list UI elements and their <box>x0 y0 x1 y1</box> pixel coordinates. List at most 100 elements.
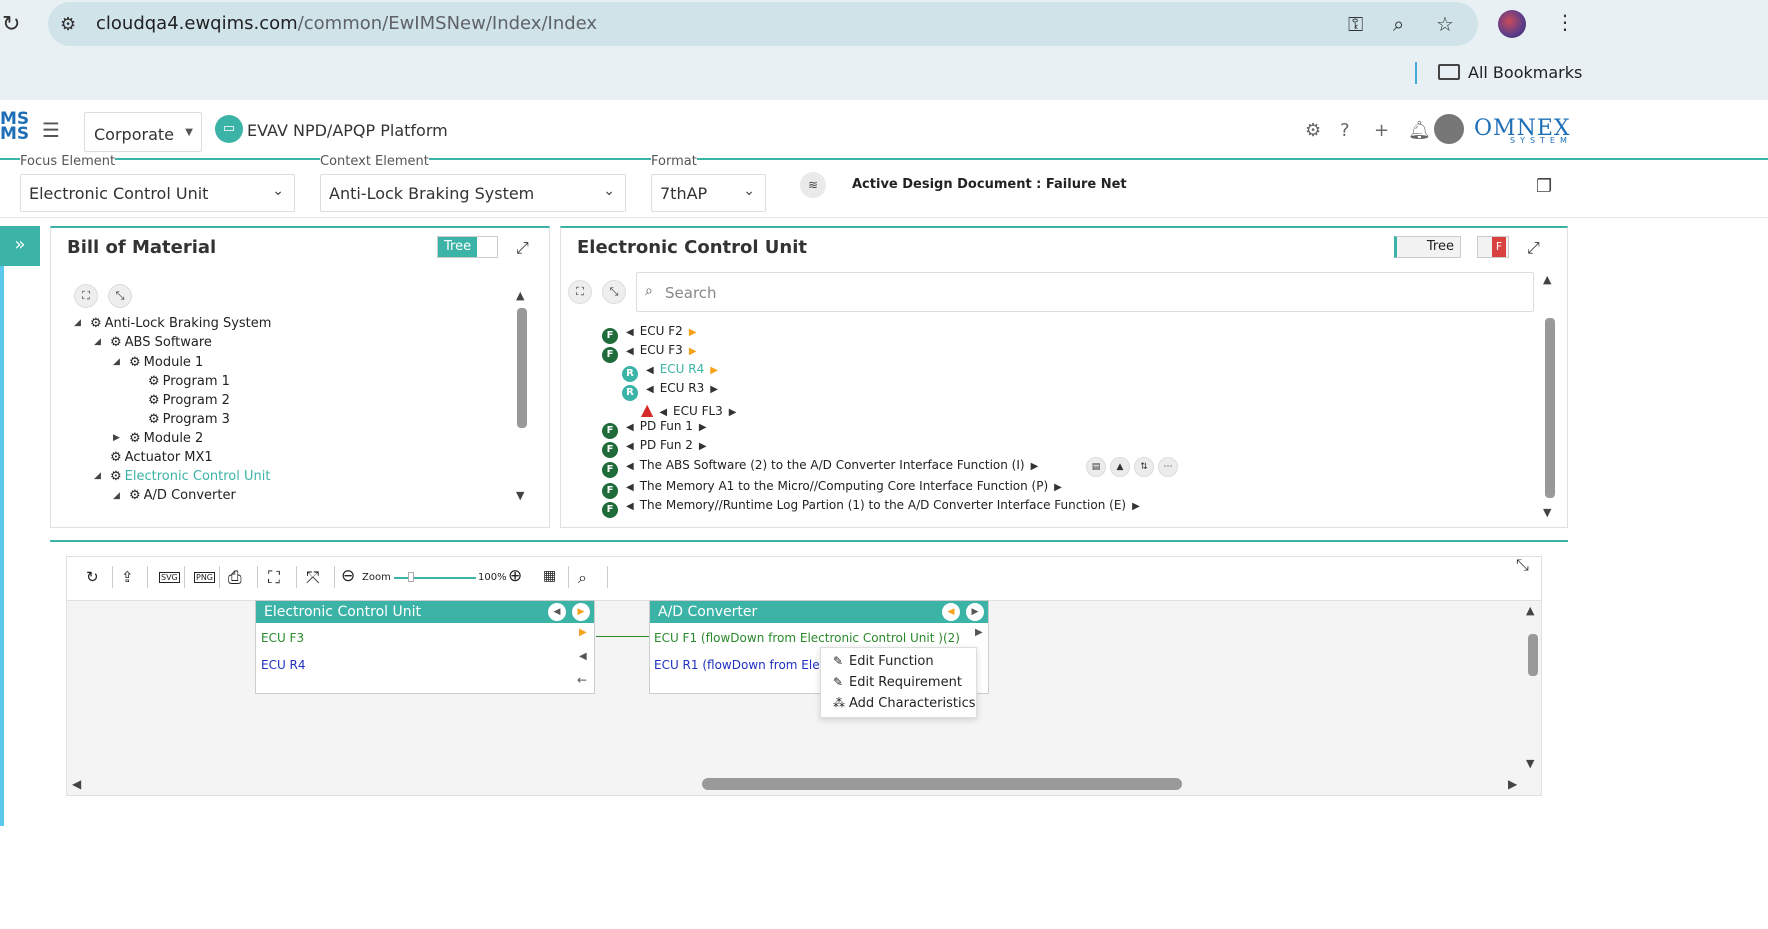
bom-node[interactable]: ⚙ Program 3 <box>148 412 230 427</box>
left-arrow-icon[interactable]: ◀ <box>626 441 634 452</box>
warning-icon[interactable]: ▲ <box>1110 457 1130 477</box>
scroll-down-icon[interactable]: ▼ <box>516 489 524 502</box>
bom-node[interactable]: ⚙ A/D Converter <box>129 488 236 503</box>
zoom-slider-handle[interactable] <box>408 572 414 582</box>
node-function-row[interactable]: ECU F1 (flowDown from Electronic Control… <box>654 631 960 645</box>
function-node[interactable]: F ◀ The Memory//Runtime Log Partion (1) to… <box>602 498 1140 518</box>
grid-icon[interactable]: ▦ <box>543 568 556 584</box>
right-arrow-icon[interactable]: ▶ <box>1132 501 1140 512</box>
expand-all-icon[interactable]: ⛶ <box>568 280 592 304</box>
zoom-slider[interactable] <box>394 577 476 579</box>
add-characteristics-menu-item[interactable]: ⁂ Add Characteristics <box>833 696 976 711</box>
url-text[interactable]: cloudqa4.ewqims.com/common/EwIMSNew/Inde… <box>96 13 597 34</box>
left-arrow-icon[interactable]: ◀ <box>626 346 634 357</box>
print-icon[interactable]: ⎙ <box>228 568 242 588</box>
copy-icon[interactable]: ❐ <box>1536 176 1552 197</box>
scroll-right-icon[interactable]: ▶ <box>1508 777 1517 791</box>
bom-scrollbar[interactable] <box>517 308 527 428</box>
search-settings-icon[interactable]: ⌕ <box>578 568 587 588</box>
right-arrow-icon[interactable]: ▶ <box>689 346 697 357</box>
collapse-arrow-icon[interactable]: ◢ <box>113 491 120 501</box>
bom-node[interactable]: ⚙ Program 1 <box>148 374 230 389</box>
diagram-vscrollbar[interactable] <box>1528 634 1538 676</box>
bom-node[interactable]: ⚙ ABS Software <box>110 335 212 350</box>
browser-menu-icon[interactable]: ⋮ <box>1555 10 1575 34</box>
clipboard-icon[interactable]: ▤ <box>1086 457 1106 477</box>
back-arrow-icon[interactable]: ← <box>577 673 587 687</box>
collapse-all-icon[interactable]: ⤡ <box>108 284 132 308</box>
right-arrow-icon[interactable]: ▶ <box>1054 482 1062 493</box>
zoom-in-icon[interactable]: ⊕ <box>508 566 522 586</box>
maximize-icon[interactable]: ⤢ <box>1527 238 1540 258</box>
export-svg-icon[interactable]: SVG <box>159 572 180 583</box>
right-arrow-icon[interactable]: ▶ <box>710 365 718 376</box>
bom-node-selected[interactable]: ⚙ Electronic Control Unit <box>110 469 270 484</box>
profile-avatar[interactable] <box>1498 10 1526 38</box>
add-icon[interactable]: + <box>1374 120 1389 141</box>
left-arrow-icon[interactable]: ◀ <box>646 384 654 395</box>
f-filter-toggle[interactable]: F <box>1477 236 1509 258</box>
bom-node[interactable]: ⚙ Module 1 <box>129 355 203 370</box>
function-node[interactable]: F ◀ PD Fun 2 ▶ <box>602 438 707 458</box>
zoom-out-icon[interactable]: ⊖ <box>341 566 355 586</box>
left-arrow-icon[interactable]: ◀ <box>626 461 634 472</box>
left-arrow-icon[interactable]: ◀ <box>659 407 667 418</box>
collapse-arrow-icon[interactable]: ◢ <box>74 318 81 328</box>
bell-icon[interactable]: 🔔︎ <box>1408 120 1431 141</box>
bom-node[interactable]: ⚙ Module 2 <box>129 431 203 446</box>
failure-node[interactable]: ▲ ◀ ECU FL3 ▶ <box>641 400 737 419</box>
node-function-row[interactable]: ECU F3 <box>261 631 304 645</box>
bom-node[interactable]: ⚙ Actuator MX1 <box>110 450 213 465</box>
zoom-icon[interactable]: ⌕ <box>1393 12 1404 36</box>
left-arrow-icon[interactable]: ◀ <box>626 422 634 433</box>
left-arrow-icon[interactable]: ◀ <box>626 501 634 512</box>
help-icon[interactable]: ? <box>1340 120 1350 141</box>
expand-all-icon[interactable]: ⛶ <box>74 284 98 308</box>
left-arrow-icon[interactable]: ◀ <box>626 482 634 493</box>
menu-icon[interactable]: ☰ <box>42 118 60 142</box>
scroll-up-icon[interactable]: ▲ <box>1543 273 1551 286</box>
collapse-arrow-icon[interactable]: ◢ <box>94 471 101 481</box>
requirement-node[interactable]: R ◀ ECU R3 ▶ <box>622 381 718 401</box>
key-icon[interactable]: ⚿ <box>1348 12 1363 36</box>
more-icon[interactable]: ⋯ <box>1158 457 1178 477</box>
format-select[interactable]: 7thAP ⌄ <box>651 174 766 212</box>
edit-function-menu-item[interactable]: ✎ Edit Function <box>833 654 934 669</box>
function-node[interactable]: F ◀ ECU F3 ▶ <box>602 343 697 363</box>
ecu-tree-toggle[interactable]: Tree <box>1394 236 1461 258</box>
function-node[interactable]: F ◀ The ABS Software (2) to the A/D Conver… <box>602 458 1038 478</box>
diagram-hscrollbar[interactable] <box>702 778 1182 790</box>
function-node[interactable]: F ◀ ECU F2 ▶ <box>602 324 697 344</box>
collapse-arrow-icon[interactable]: ◢ <box>94 337 101 347</box>
right-arrow-icon[interactable]: ▶ <box>1031 461 1039 472</box>
site-info-icon[interactable]: ⚙ <box>60 14 76 35</box>
upload-icon[interactable]: ⇪ <box>121 568 134 586</box>
bom-node[interactable]: ⚙ Program 2 <box>148 393 230 408</box>
collapse-all-icon[interactable]: ⤡ <box>602 280 626 304</box>
left-arrow-icon[interactable]: ◀ <box>548 603 566 621</box>
scroll-down-icon[interactable]: ▼ <box>1526 757 1534 770</box>
fit-screen-icon[interactable]: ⛶ <box>268 568 280 588</box>
fullscreen-icon[interactable]: ⤧ <box>306 568 320 588</box>
context-element-select[interactable]: Anti-Lock Braking System ⌄ <box>320 174 626 212</box>
refresh-icon[interactable]: ↻ <box>86 568 99 586</box>
star-icon[interactable]: ☆ <box>1436 12 1454 36</box>
bom-node[interactable]: ⚙ Anti-Lock Braking System <box>90 316 271 331</box>
scroll-up-icon[interactable]: ▲ <box>1526 604 1534 617</box>
function-node[interactable]: F ◀ PD Fun 1 ▶ <box>602 419 707 439</box>
scroll-left-icon[interactable]: ◀ <box>72 777 81 791</box>
expand-sidebar-button[interactable]: » <box>0 226 40 266</box>
bom-tree-toggle[interactable]: Tree <box>437 236 498 258</box>
right-arrow-icon[interactable]: ▶ <box>975 627 983 638</box>
collapse-arrow-icon[interactable]: ◢ <box>113 357 120 367</box>
site-select[interactable]: Corporate ▼ <box>84 112 202 152</box>
focus-element-select[interactable]: Electronic Control Unit ⌄ <box>20 174 295 212</box>
edit-requirement-menu-item[interactable]: ✎ Edit Requirement <box>833 675 962 690</box>
right-arrow-icon[interactable]: ▶ <box>689 327 697 338</box>
node-requirement-row[interactable]: ECU R1 (flowDown from Elec <box>654 658 826 672</box>
right-arrow-icon[interactable]: ▶ <box>966 603 984 621</box>
left-arrow-icon[interactable]: ◀ <box>646 365 654 376</box>
right-arrow-icon[interactable]: ▶ <box>579 627 587 638</box>
node-requirement-row[interactable]: ECU R4 <box>261 658 306 672</box>
export-png-icon[interactable]: PNG <box>194 572 216 583</box>
